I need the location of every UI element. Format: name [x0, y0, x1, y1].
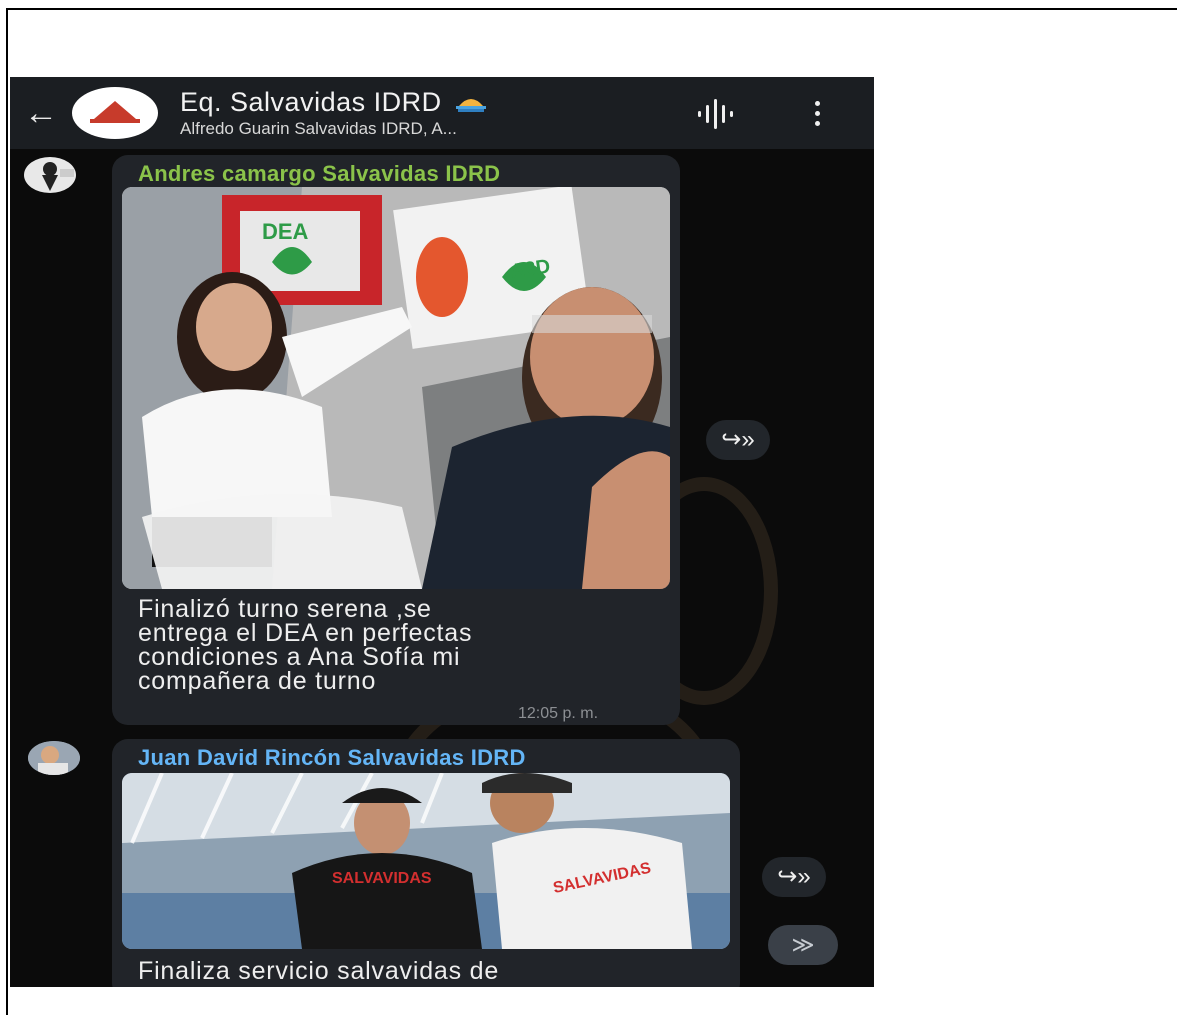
chat-header: ← Eq. Salvavidas IDRD Alfredo Guarin Sal… — [10, 77, 874, 149]
group-title-text: Eq. Salvavidas IDRD — [180, 87, 442, 117]
message-caption-line: compañera de turno — [138, 667, 377, 695]
group-avatar[interactable] — [72, 87, 158, 139]
photo-image: DEA A3D — [122, 187, 670, 589]
voice-chat-icon[interactable] — [694, 99, 734, 129]
sender-photo-icon — [28, 741, 80, 775]
chat-screen: ← Eq. Salvavidas IDRD Alfredo Guarin Sal… — [10, 77, 874, 987]
mountain-logo-icon — [94, 101, 136, 119]
sender-name[interactable]: Andres camargo Salvavidas IDRD — [138, 161, 500, 187]
forward-icon[interactable]: ↪» — [706, 420, 770, 460]
sunset-emoji-icon — [455, 98, 486, 112]
message-caption-line: Finaliza servicio salvavidas de — [138, 957, 500, 985]
scroll-down-icon[interactable]: ≫ — [768, 925, 838, 965]
message-time: 12:05 p. m. — [518, 705, 599, 722]
logo-bar — [90, 119, 140, 123]
shirt-logo-text: SALVAVIDAS — [332, 870, 432, 887]
black-ribbon-icon — [42, 162, 74, 191]
back-arrow-icon[interactable]: ← — [24, 95, 64, 131]
message-photo[interactable]: SALVAVIDAS SALVAVIDAS — [122, 773, 730, 949]
group-title[interactable]: Eq. Salvavidas IDRD — [180, 87, 486, 118]
more-options-icon[interactable] — [812, 99, 822, 129]
group-members[interactable]: Alfredo Guarin Salvavidas IDRD, A... — [180, 119, 457, 139]
photo-image: SALVAVIDAS SALVAVIDAS — [122, 773, 730, 949]
sender-name[interactable]: Juan David Rincón Salvavidas IDRD — [138, 745, 526, 771]
message-photo[interactable]: DEA A3D — [122, 187, 670, 589]
sender-avatar[interactable] — [28, 741, 80, 775]
dea-sign-label: DEA — [262, 219, 309, 244]
forward-icon[interactable]: ↪» — [762, 857, 826, 897]
sender-avatar[interactable] — [24, 157, 76, 193]
